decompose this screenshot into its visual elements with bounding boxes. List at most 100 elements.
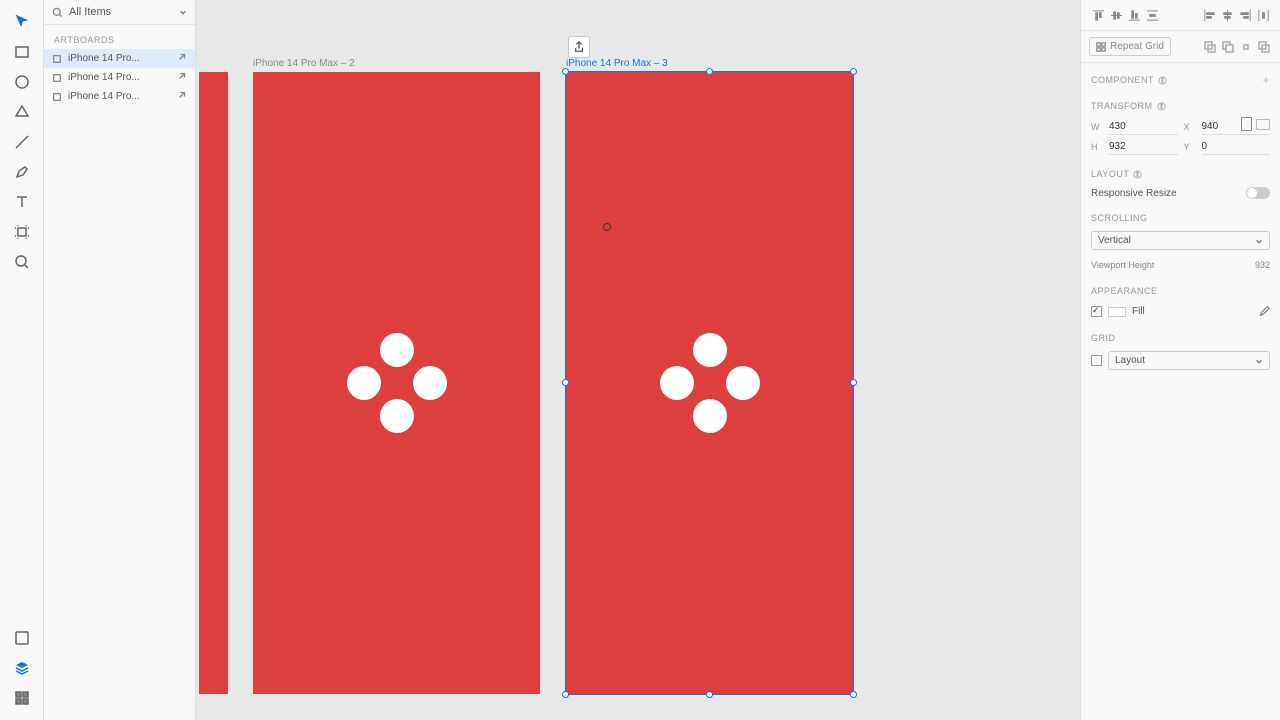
line-tool[interactable]	[8, 128, 36, 156]
resize-handle[interactable]	[706, 691, 713, 698]
eyedropper-icon[interactable]	[1258, 304, 1270, 319]
responsive-toggle[interactable]	[1246, 187, 1270, 199]
x-label: X	[1184, 122, 1196, 132]
y-label: Y	[1184, 142, 1196, 152]
width-label: W	[1091, 122, 1103, 132]
toolbar	[0, 0, 44, 720]
viewport-height-row: Viewport Height 932	[1081, 254, 1280, 276]
boolean-add-icon[interactable]	[1202, 39, 1218, 55]
info-icon[interactable]	[1157, 102, 1166, 111]
layers-tab[interactable]	[8, 654, 36, 682]
artboard-item[interactable]: iPhone 14 Pro...	[44, 87, 195, 106]
add-component-button[interactable]: +	[1262, 73, 1270, 87]
pen-tool[interactable]	[8, 158, 36, 186]
boolean-intersect-icon[interactable]	[1238, 39, 1254, 55]
height-input[interactable]	[1109, 139, 1178, 155]
grid-dropdown[interactable]: Layout	[1108, 351, 1270, 370]
align-vcenter-icon[interactable]	[1107, 6, 1125, 24]
info-icon[interactable]	[1158, 76, 1167, 85]
repeat-grid-button[interactable]: Repeat Grid	[1089, 37, 1171, 56]
fill-label: Fill	[1132, 306, 1145, 317]
align-bottom-icon[interactable]	[1125, 6, 1143, 24]
artboard-name: iPhone 14 Pro...	[68, 72, 171, 83]
scrolling-header: SCROLLING	[1081, 203, 1280, 227]
dot-group[interactable]	[347, 333, 447, 433]
responsive-row: Responsive Resize	[1081, 183, 1280, 203]
dot[interactable]	[660, 366, 694, 400]
search-label: All Items	[69, 6, 111, 18]
distribute-h-icon[interactable]	[1254, 6, 1272, 24]
resize-handle[interactable]	[562, 379, 569, 386]
dot[interactable]	[693, 399, 727, 433]
zoom-tool[interactable]	[8, 248, 36, 276]
align-left-icon[interactable]	[1200, 6, 1218, 24]
grid-value: Layout	[1115, 355, 1145, 366]
resize-handle[interactable]	[562, 68, 569, 75]
artboard-label[interactable]: iPhone 14 Pro Max – 2	[253, 58, 355, 69]
component-header: COMPONENT +	[1081, 63, 1280, 91]
search-row[interactable]: All Items	[44, 0, 195, 25]
boolean-subtract-icon[interactable]	[1220, 39, 1236, 55]
external-icon[interactable]	[177, 52, 187, 65]
select-tool[interactable]	[8, 8, 36, 36]
dot-group[interactable]	[660, 333, 760, 433]
align-hcenter-icon[interactable]	[1218, 6, 1236, 24]
artboard-item[interactable]: iPhone 14 Pro...	[44, 49, 195, 68]
fill-checkbox[interactable]	[1091, 306, 1102, 317]
orientation-landscape-icon[interactable]	[1256, 119, 1270, 130]
artboard-3[interactable]: iPhone 14 Pro Max – 3	[566, 72, 853, 694]
search-dropdown[interactable]: All Items	[69, 6, 187, 18]
text-tool[interactable]	[8, 188, 36, 216]
viewport-height-value: 932	[1255, 260, 1270, 270]
artboard-2[interactable]: iPhone 14 Pro Max – 2	[253, 72, 540, 694]
scrolling-value: Vertical	[1098, 235, 1131, 246]
chevron-down-icon	[1255, 237, 1263, 245]
y-input[interactable]	[1202, 139, 1271, 155]
artboards-header: ARTBOARDS	[44, 25, 195, 49]
dot[interactable]	[380, 333, 414, 367]
external-icon[interactable]	[177, 90, 187, 103]
artboard-item[interactable]: iPhone 14 Pro...	[44, 68, 195, 87]
dot[interactable]	[726, 366, 760, 400]
distribute-v-icon[interactable]	[1143, 6, 1161, 24]
viewport-height-label: Viewport Height	[1091, 260, 1154, 270]
dot[interactable]	[380, 399, 414, 433]
resize-handle[interactable]	[850, 68, 857, 75]
grid-checkbox[interactable]	[1091, 355, 1102, 366]
height-label: H	[1091, 142, 1103, 152]
layout-header: LAYOUT	[1081, 159, 1280, 183]
share-button[interactable]	[568, 36, 590, 58]
resize-handle[interactable]	[562, 691, 569, 698]
dot[interactable]	[347, 366, 381, 400]
info-icon[interactable]	[1133, 170, 1142, 179]
boolean-exclude-icon[interactable]	[1256, 39, 1272, 55]
artboard-tool[interactable]	[8, 218, 36, 246]
artboard-name: iPhone 14 Pro...	[68, 53, 171, 64]
polygon-tool[interactable]	[8, 98, 36, 126]
dot[interactable]	[413, 366, 447, 400]
layers-panel: All Items ARTBOARDS iPhone 14 Pro... iPh…	[44, 0, 196, 720]
resize-handle[interactable]	[706, 68, 713, 75]
align-right-icon[interactable]	[1236, 6, 1254, 24]
fill-swatch[interactable]	[1108, 307, 1126, 317]
search-icon	[52, 7, 63, 18]
ellipse-tool[interactable]	[8, 68, 36, 96]
plugins-tab[interactable]	[8, 684, 36, 712]
width-input[interactable]	[1109, 119, 1178, 135]
rectangle-tool[interactable]	[8, 38, 36, 66]
dot[interactable]	[693, 333, 727, 367]
grid-row: Layout	[1081, 347, 1280, 374]
align-top-icon[interactable]	[1089, 6, 1107, 24]
external-icon[interactable]	[177, 71, 187, 84]
appearance-header: APPEARANCE	[1081, 276, 1280, 300]
orientation-portrait-icon[interactable]	[1241, 117, 1252, 131]
assets-tab[interactable]	[8, 624, 36, 652]
canvas[interactable]: iPhone 14 Pro Max – 2 iPhone 14 Pro Max …	[196, 0, 1080, 720]
artboard-label[interactable]: iPhone 14 Pro Max – 3	[566, 58, 668, 69]
artboard-1[interactable]	[199, 72, 228, 694]
resize-handle[interactable]	[850, 691, 857, 698]
chevron-down-icon	[1255, 357, 1263, 365]
chevron-down-icon	[179, 8, 187, 16]
scrolling-dropdown[interactable]: Vertical	[1091, 231, 1270, 250]
resize-handle[interactable]	[850, 379, 857, 386]
